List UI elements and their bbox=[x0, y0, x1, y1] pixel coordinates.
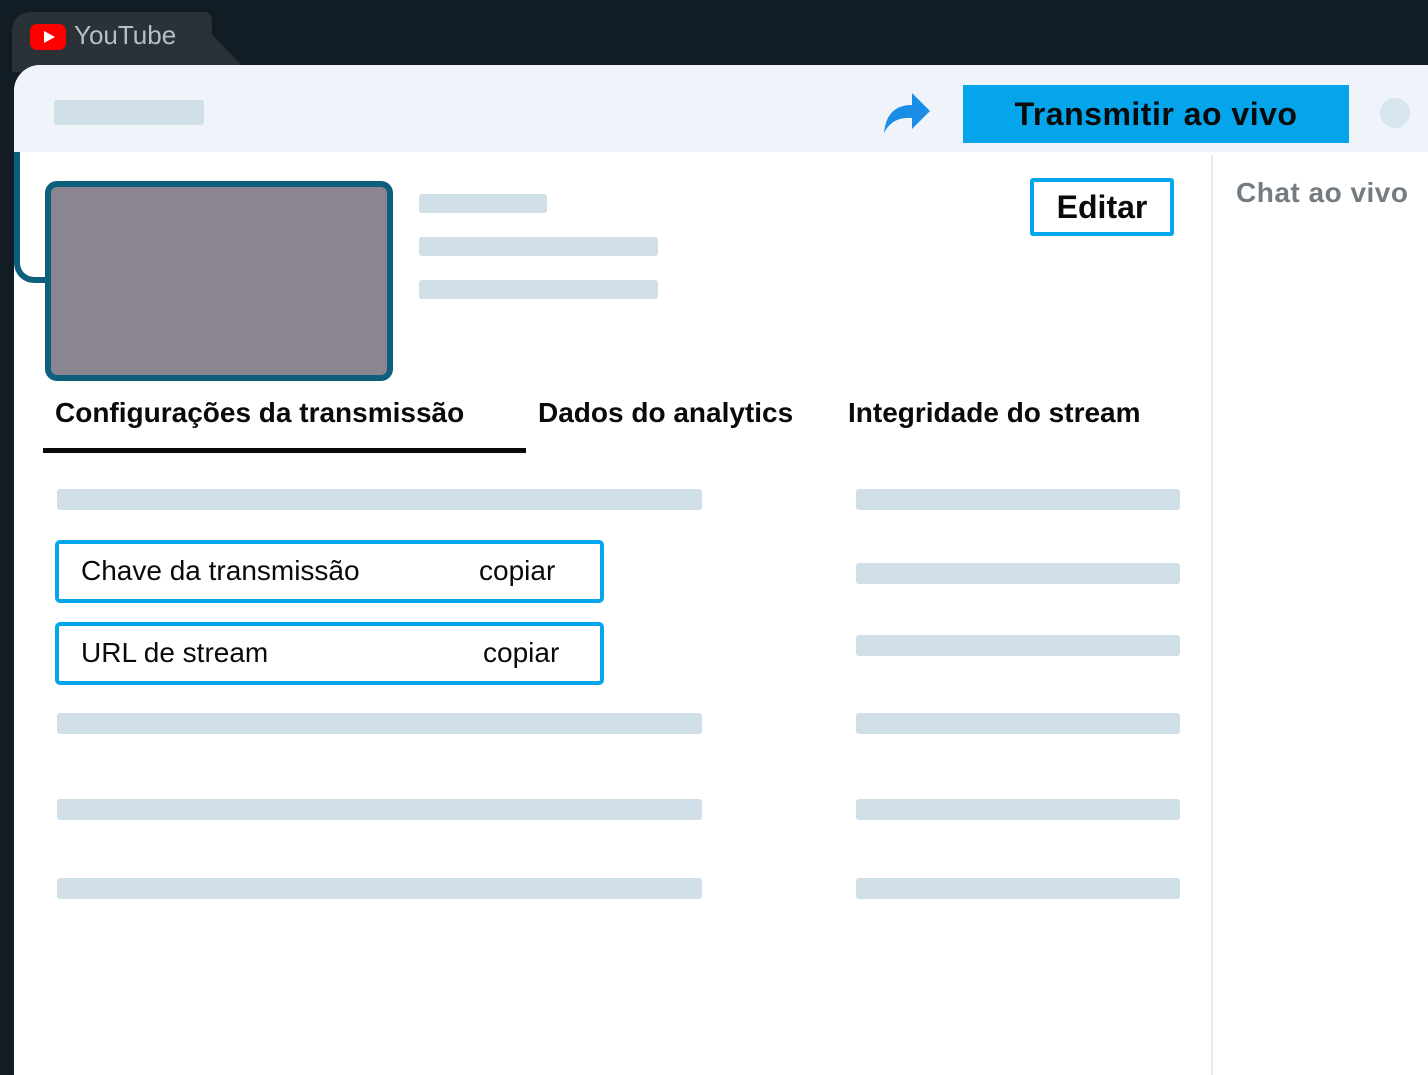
copy-stream-key-button[interactable]: copiar bbox=[479, 555, 555, 587]
active-tab-indicator bbox=[43, 448, 526, 453]
stream-url-label: URL de stream bbox=[81, 637, 269, 668]
chat-divider bbox=[1211, 155, 1213, 1075]
top-bar: Transmitir ao vivo bbox=[14, 65, 1428, 152]
browser-tab-edge bbox=[190, 12, 248, 72]
stream-key-label: Chave da transmissão bbox=[81, 555, 360, 586]
content-placeholder bbox=[57, 713, 702, 734]
copy-stream-url-button[interactable]: copiar bbox=[483, 637, 559, 669]
tab-stream-settings[interactable]: Configurações da transmissão bbox=[55, 397, 464, 429]
content-placeholder bbox=[856, 563, 1180, 584]
content-placeholder bbox=[856, 799, 1180, 820]
content-placeholder bbox=[57, 799, 702, 820]
title-placeholder bbox=[419, 194, 547, 213]
content-placeholder bbox=[856, 489, 1180, 510]
content-placeholder bbox=[856, 713, 1180, 734]
tab-analytics[interactable]: Dados do analytics bbox=[538, 397, 793, 429]
youtube-logo-icon bbox=[30, 24, 66, 50]
edit-button[interactable]: Editar bbox=[1030, 178, 1174, 236]
meta-placeholder bbox=[419, 237, 658, 256]
browser-tab-title: YouTube bbox=[74, 20, 177, 50]
chat-title: Chat ao vivo bbox=[1236, 177, 1409, 208]
avatar[interactable] bbox=[1380, 98, 1410, 128]
content-placeholder bbox=[57, 878, 702, 899]
tab-stream-health[interactable]: Integridade do stream bbox=[848, 397, 1141, 429]
video-preview[interactable] bbox=[45, 181, 393, 381]
stream-url-field[interactable]: URL de stream copiar bbox=[55, 622, 604, 685]
content-placeholder bbox=[856, 635, 1180, 656]
share-arrow-icon[interactable] bbox=[882, 91, 932, 135]
content-placeholder bbox=[856, 878, 1180, 899]
go-live-button[interactable]: Transmitir ao vivo bbox=[963, 85, 1349, 143]
studio-window: Transmitir ao vivo Editar Chat ao vivo C… bbox=[14, 65, 1428, 1075]
meta-placeholder bbox=[419, 280, 658, 299]
content-placeholder bbox=[57, 489, 702, 510]
stream-key-field[interactable]: Chave da transmissão copiar bbox=[55, 540, 604, 603]
logo-placeholder bbox=[54, 100, 204, 125]
